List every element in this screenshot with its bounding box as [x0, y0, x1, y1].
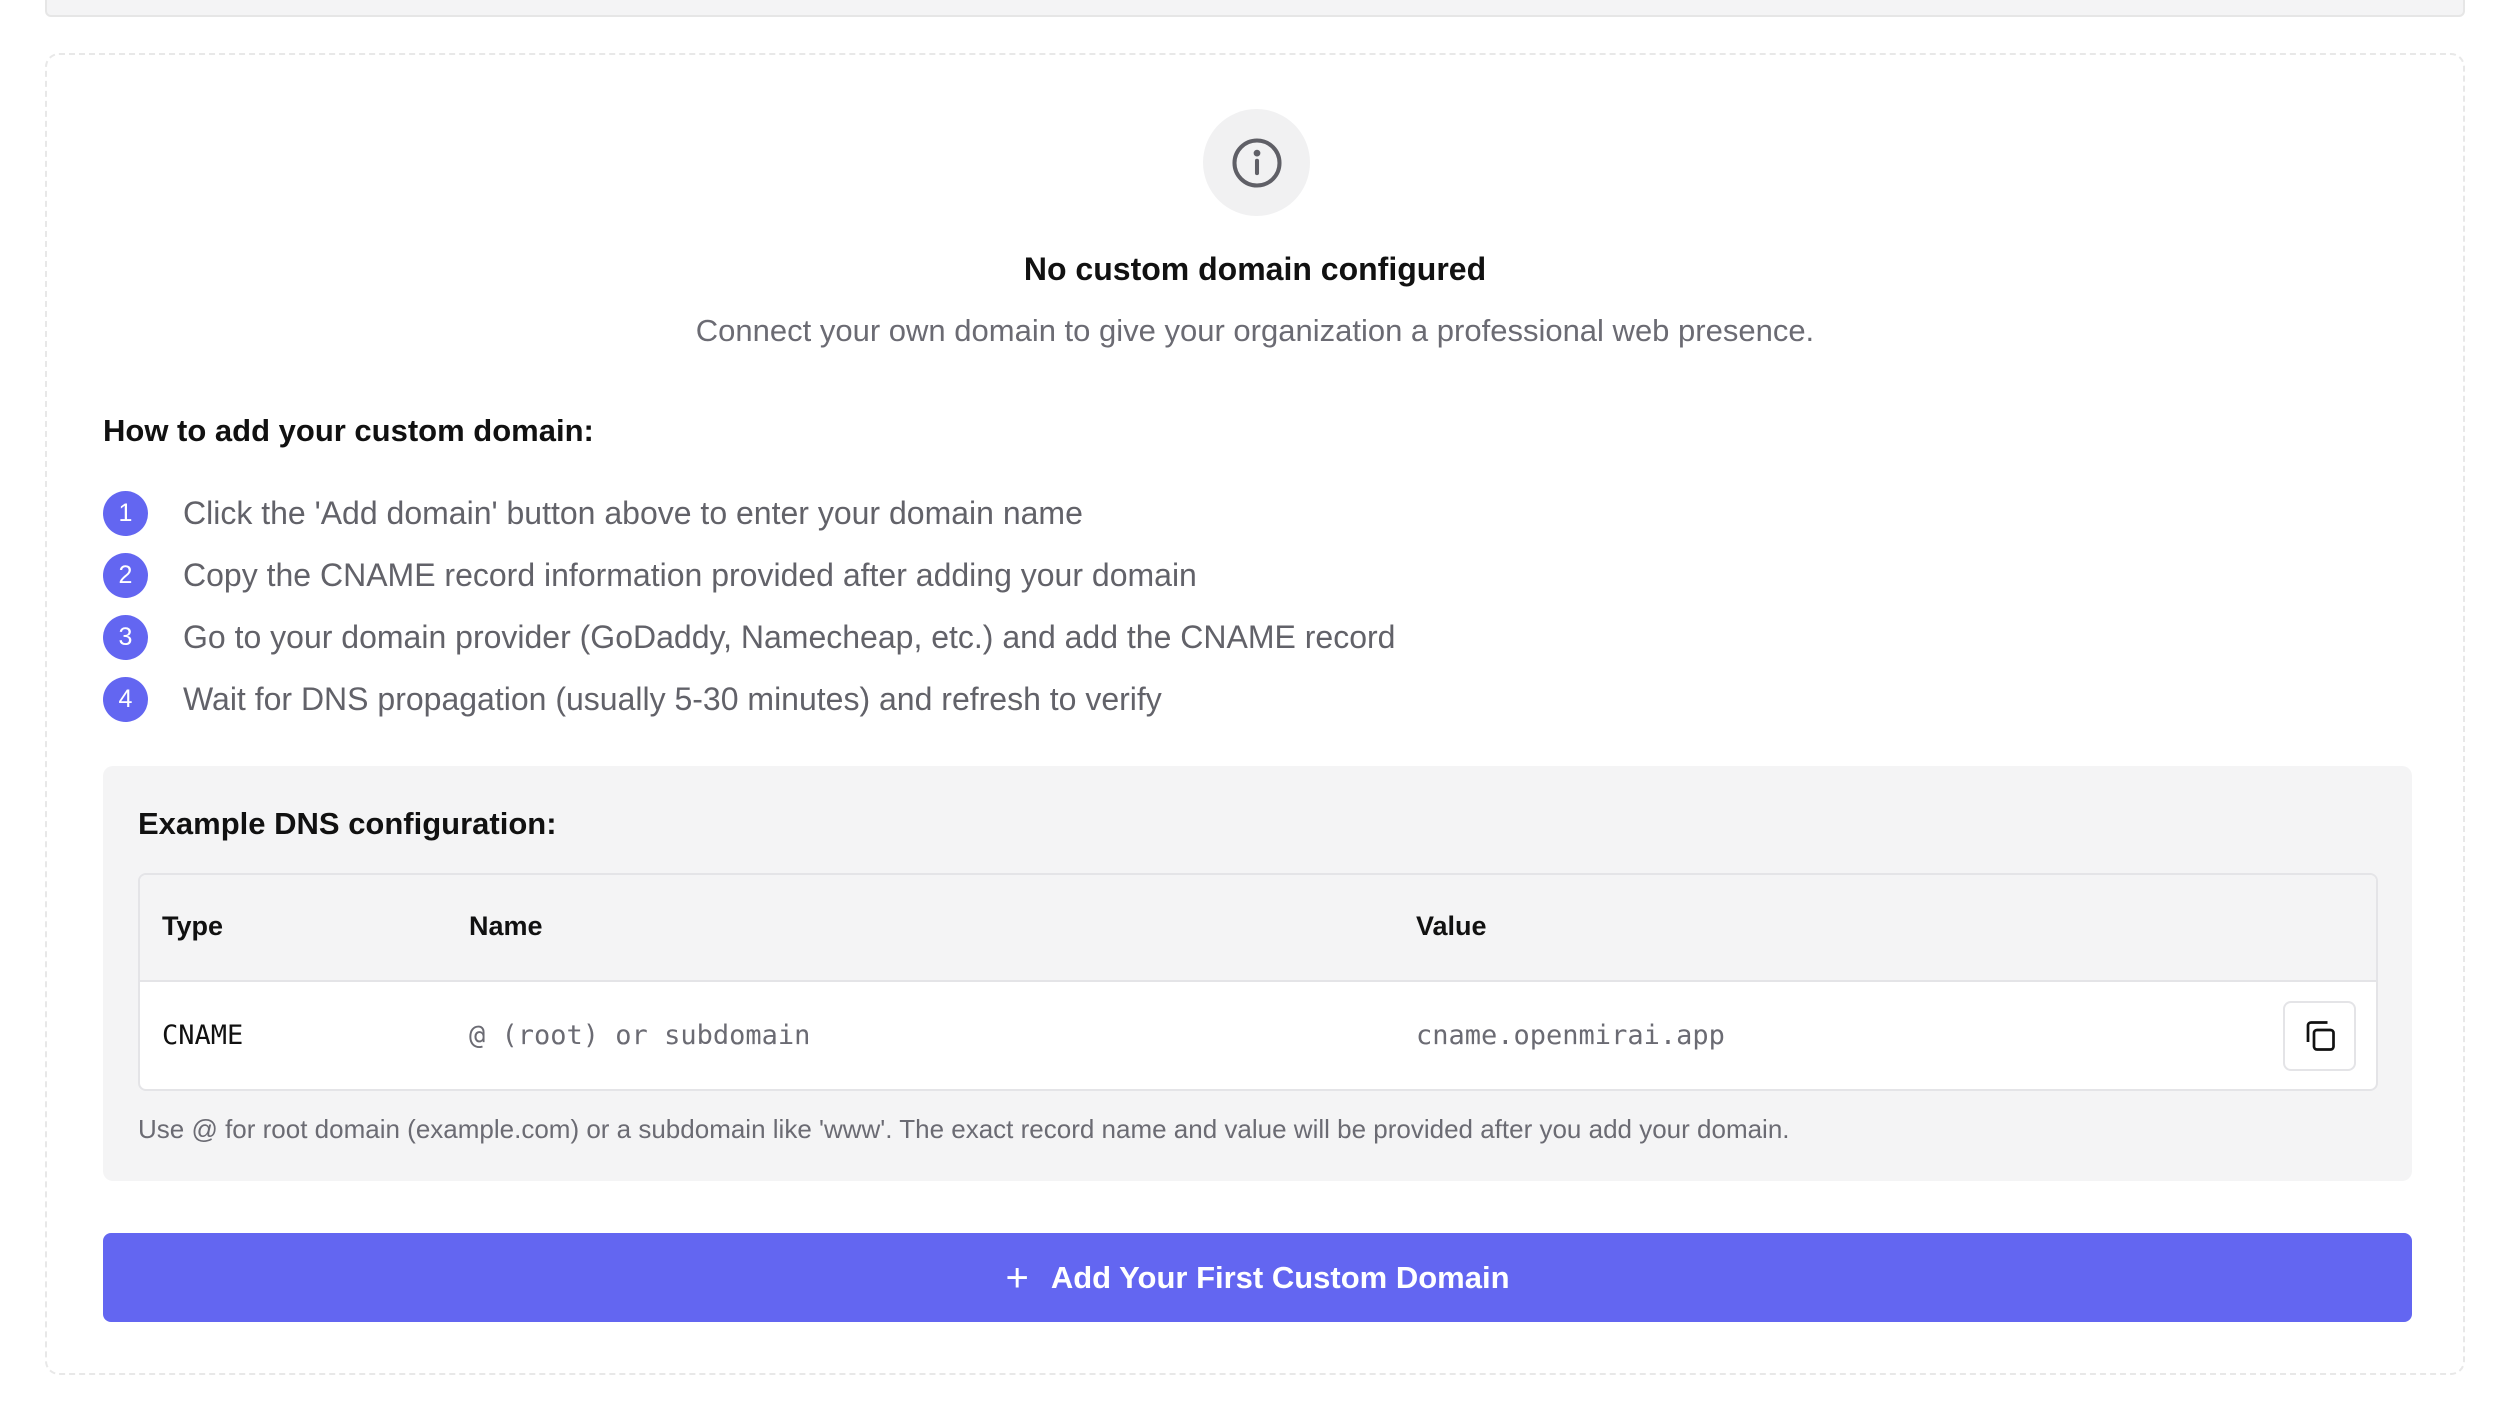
column-header-type: Type [162, 911, 224, 941]
step-text: Copy the CNAME record information provid… [183, 556, 1197, 593]
dns-example-table: Type Name Value CNAME @ (root) or subdom… [138, 873, 2378, 1091]
empty-state-subtitle: Connect your own domain to give your org… [695, 313, 1815, 348]
previous-section-card [45, 0, 2465, 17]
step-text: Wait for DNS propagation (usually 5-30 m… [183, 680, 1162, 717]
dns-example-title: Example DNS configuration: [138, 806, 557, 841]
empty-state-title: No custom domain configured [1023, 251, 1487, 287]
info-icon [1231, 137, 1282, 188]
info-icon-container [1203, 109, 1310, 216]
step-number-badge: 4 [103, 676, 148, 722]
step-item: 4 Wait for DNS propagation (usually 5-30… [103, 668, 1395, 730]
copy-icon [2306, 1021, 2335, 1051]
column-header-name: Name [469, 911, 543, 941]
howto-steps-list: 1 Click the 'Add domain' button above to… [103, 482, 1395, 730]
dns-example-note: Use @ for root domain (example.com) or a… [138, 1114, 1790, 1144]
step-number-badge: 1 [103, 490, 148, 536]
step-text: Go to your domain provider (GoDaddy, Nam… [183, 618, 1396, 655]
custom-domain-empty-card: No custom domain configured Connect your… [45, 53, 2465, 1375]
dns-example-panel: Example DNS configuration: Type Name Val… [103, 766, 2412, 1181]
column-header-value: Value [1416, 911, 1487, 941]
step-number-badge: 2 [103, 552, 148, 598]
step-number-badge: 3 [103, 614, 148, 660]
record-type-cell: CNAME [162, 1020, 244, 1051]
copy-value-button[interactable] [2283, 1001, 2356, 1071]
add-first-custom-domain-button[interactable]: + Add Your First Custom Domain [103, 1233, 2412, 1322]
plus-icon: + [1005, 1255, 1029, 1300]
add-button-label: Add Your First Custom Domain [1050, 1259, 1510, 1295]
step-item: 3 Go to your domain provider (GoDaddy, N… [103, 606, 1395, 668]
record-value-cell: cname.openmirai.app [1416, 1020, 1725, 1051]
step-text: Click the 'Add domain' button above to e… [183, 494, 1083, 531]
step-item: 2 Copy the CNAME record information prov… [103, 544, 1395, 606]
step-item: 1 Click the 'Add domain' button above to… [103, 482, 1395, 544]
howto-heading: How to add your custom domain: [103, 413, 594, 448]
record-name-cell: @ (root) or subdomain [469, 1020, 811, 1051]
